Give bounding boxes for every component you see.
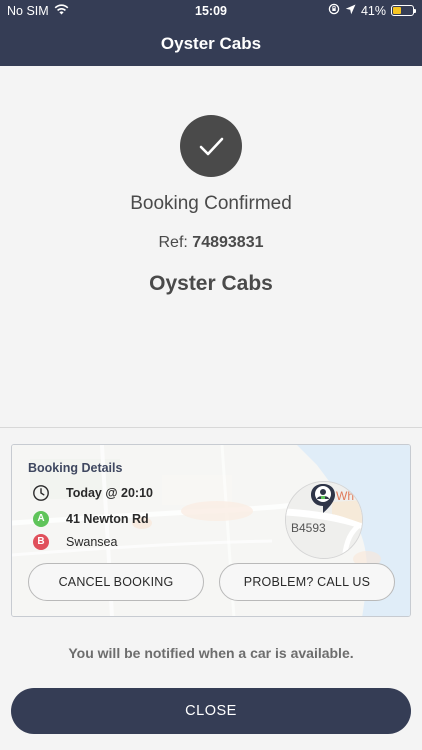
booking-time: Today @ 20:10	[66, 486, 153, 500]
nav-title: Oyster Cabs	[0, 22, 422, 66]
dropoff-marker-icon: B	[32, 533, 50, 551]
close-button[interactable]: CLOSE	[11, 688, 411, 734]
booking-reference: Ref: 74893831	[0, 234, 422, 252]
location-map-thumbnail[interactable]: B4593 Wh	[285, 481, 363, 559]
pickup-address: 41 Newton Rd	[66, 512, 149, 526]
confirmation-panel: Booking Confirmed Ref: 74893831 Oyster C…	[0, 66, 422, 428]
dropoff-address: Swansea	[66, 535, 118, 549]
checkmark-icon	[180, 115, 242, 177]
battery-level	[393, 7, 401, 14]
battery-icon	[391, 5, 416, 16]
rotation-lock-icon	[328, 3, 340, 18]
booking-time-row: Today @ 20:10	[32, 484, 153, 502]
dropoff-row: B Swansea	[32, 533, 117, 551]
booking-status: Booking Confirmed	[130, 193, 292, 214]
availability-notice: You will be notified when a car is avail…	[68, 645, 354, 661]
pickup-marker-icon: A	[32, 510, 50, 528]
location-arrow-icon	[345, 4, 356, 18]
cancel-booking-button[interactable]: CANCEL BOOKING	[28, 563, 204, 601]
battery-percent: 41%	[360, 3, 386, 18]
dropoff-marker-label: B	[33, 534, 49, 550]
clock-icon	[32, 484, 50, 502]
booking-details-title: Booking Details	[28, 461, 123, 475]
ref-number: 74893831	[192, 234, 264, 251]
status-bar: No SIM 15:09 41%	[0, 0, 422, 22]
map-road-label: B4593	[291, 521, 326, 535]
company-name: Oyster Cabs	[149, 272, 273, 295]
pickup-marker-label: A	[33, 511, 49, 527]
ref-label: Ref:	[158, 234, 188, 251]
pickup-row: A 41 Newton Rd	[32, 510, 149, 528]
booking-details-card: Booking Details Today @ 20:10 A 41 Newto…	[11, 444, 411, 617]
call-support-button[interactable]: PROBLEM? CALL US	[219, 563, 395, 601]
